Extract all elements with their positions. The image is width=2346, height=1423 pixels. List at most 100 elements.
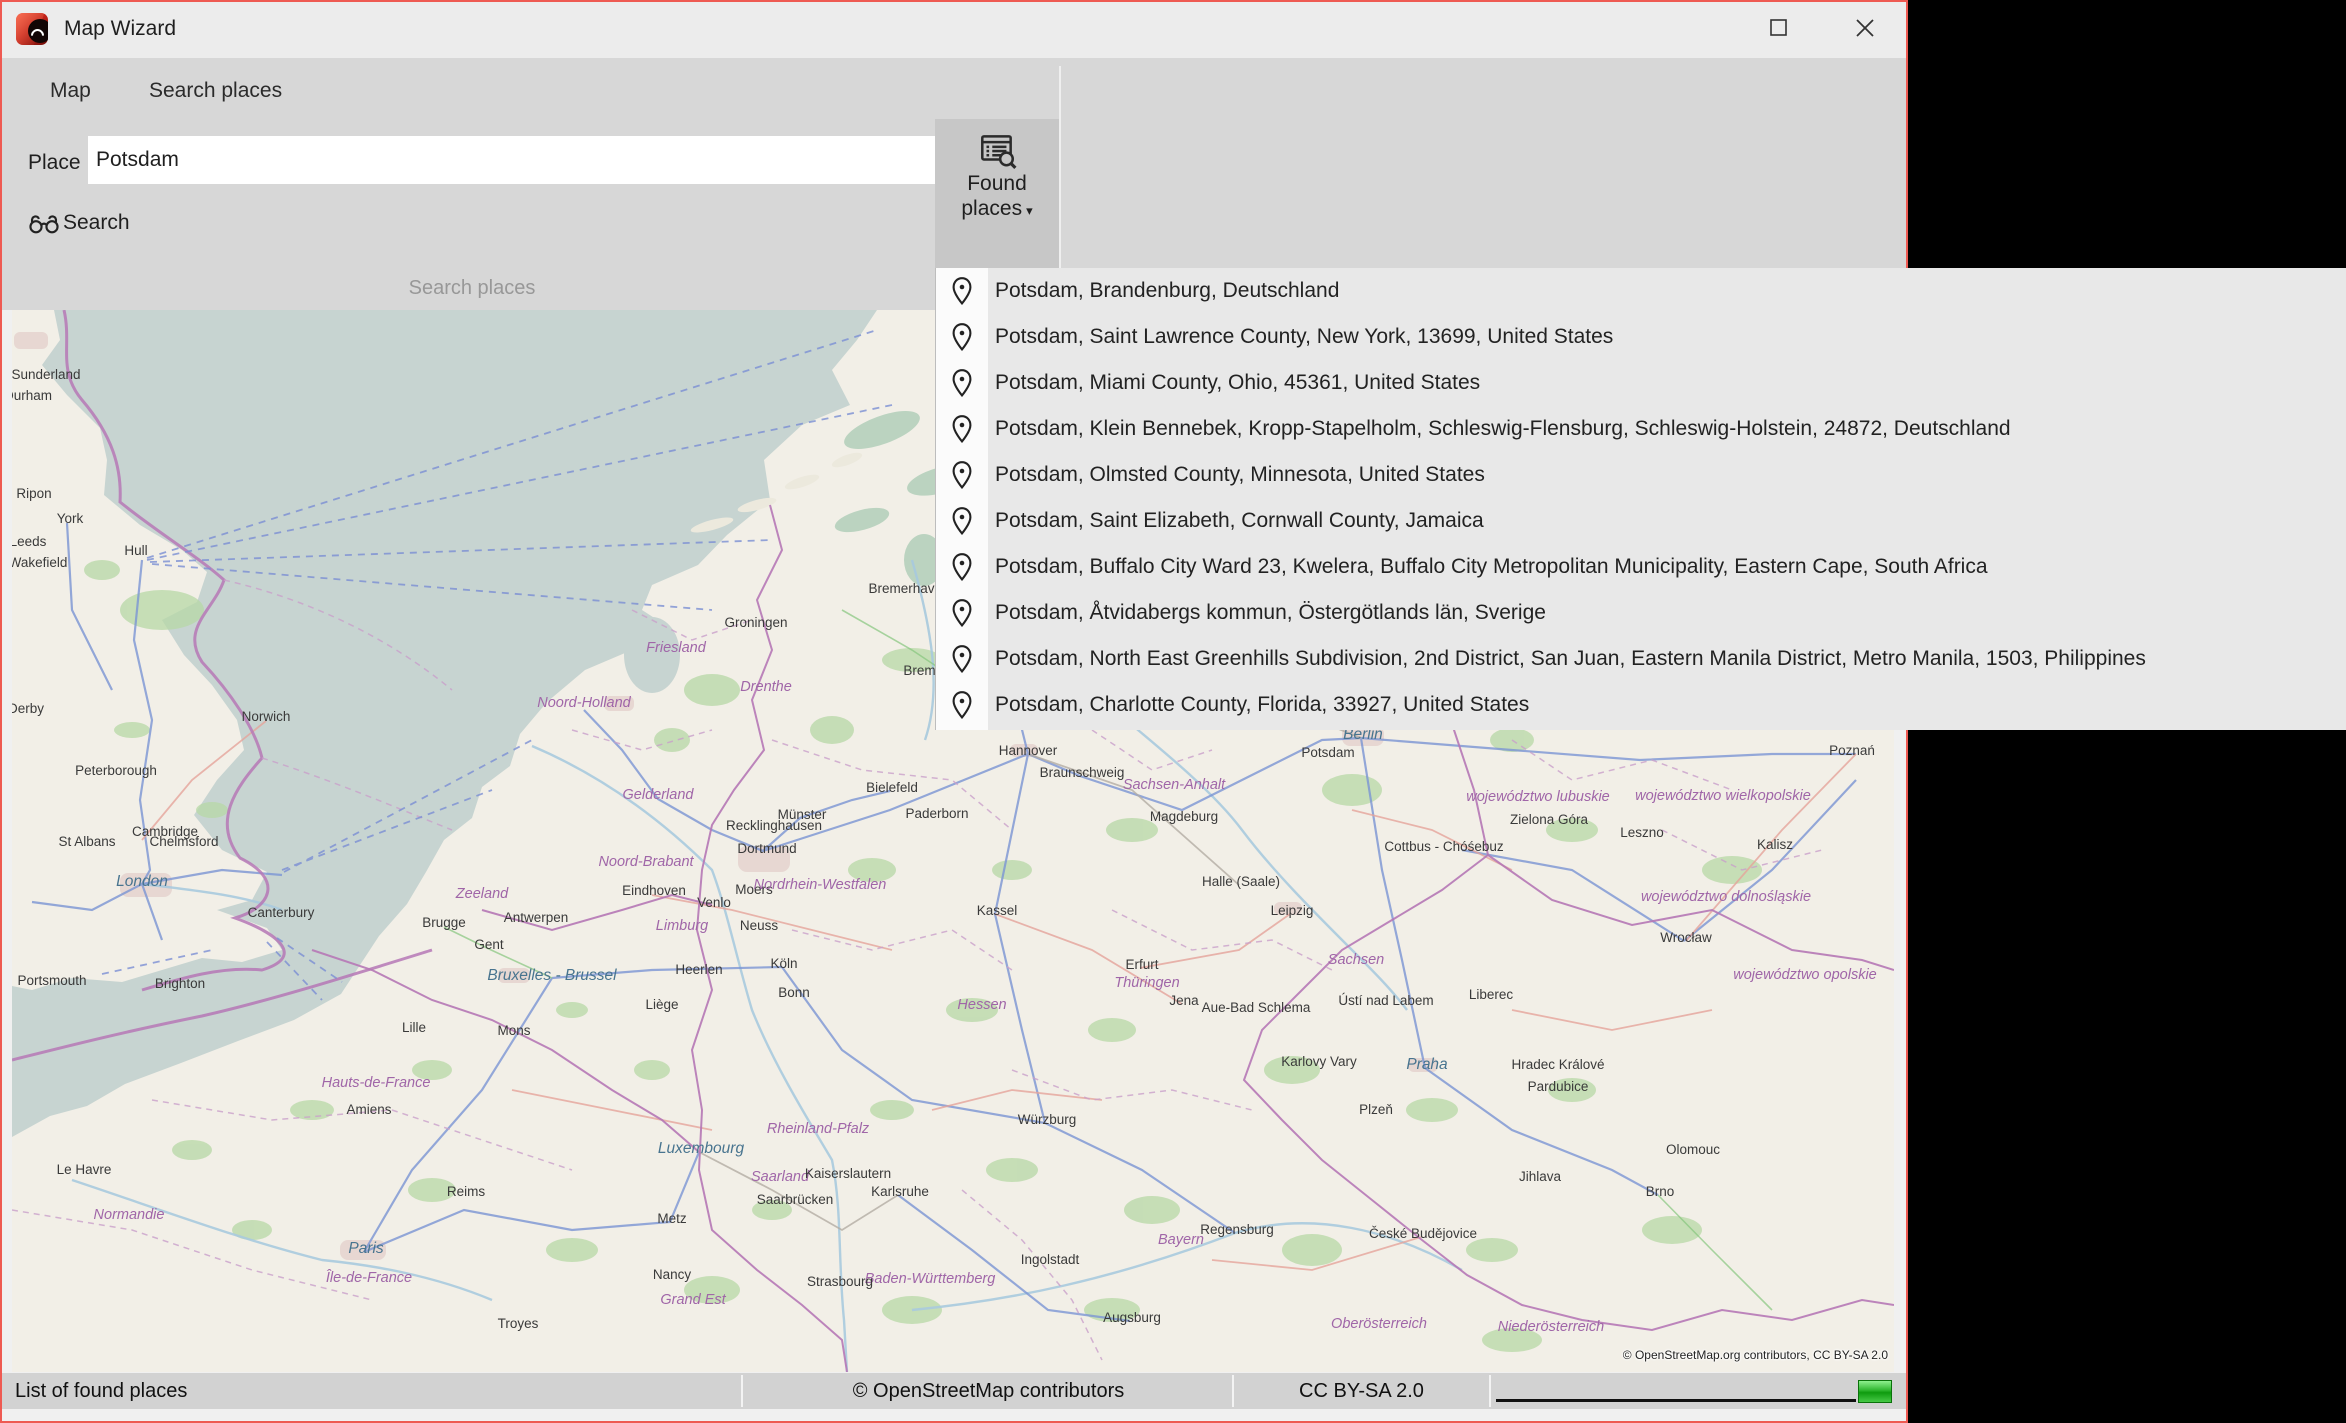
map-label: Brighton (155, 976, 205, 991)
tab-search-places[interactable]: Search places (149, 79, 282, 103)
map-label: Jihlava (1519, 1169, 1562, 1184)
chevron-down-icon: ▾ (1026, 203, 1033, 218)
map-pin-icon (951, 506, 973, 536)
map-label: Bonn (778, 985, 810, 1000)
map-label: Augsburg (1103, 1310, 1161, 1325)
map-pin-icon (951, 644, 973, 674)
status-message: List of found places (15, 1380, 187, 1403)
map-label: Ripon (16, 486, 51, 501)
map-label: Würzburg (1018, 1112, 1077, 1127)
map-pin-icon (951, 322, 973, 352)
map-label: Olomouc (1666, 1142, 1720, 1157)
map-label: Jena (1169, 993, 1199, 1008)
map-label: Karlsruhe (871, 1184, 929, 1199)
map-label: Zielona Góra (1510, 812, 1589, 827)
place-result-label: Potsdam, Klein Bennebek, Kropp-Stapelhol… (995, 417, 2011, 441)
status-attribution: © OpenStreetMap contributors (743, 1380, 1234, 1403)
map-label: Strasbourg (807, 1274, 873, 1289)
place-result-label: Potsdam, Miami County, Ohio, 45361, Unit… (995, 371, 1480, 395)
list-item[interactable]: Potsdam, Brandenburg, Deutschland (936, 268, 2346, 314)
map-pin-icon (951, 460, 973, 490)
list-item[interactable]: Potsdam, Saint Lawrence County, New York… (936, 314, 2346, 360)
progress-bar (1496, 1379, 1892, 1403)
list-item[interactable]: Potsdam, Åtvidabergs kommun, Östergötlan… (936, 590, 2346, 636)
map-label: Dortmund (737, 841, 796, 856)
titlebar: Map Wizard (2, 2, 1906, 58)
map-label: Cottbus - Chóśebuz (1384, 839, 1504, 854)
map-label: Heerlen (675, 962, 722, 977)
map-label: Potsdam (1301, 745, 1354, 760)
map-label: Liège (645, 997, 678, 1012)
map-pin-icon (951, 368, 973, 398)
map-label: Braunschweig (1040, 765, 1125, 780)
map-label: Liberec (1469, 987, 1514, 1002)
map-label: Karlovy Vary (1281, 1054, 1357, 1069)
map-label: Venlo (697, 895, 731, 910)
search-button[interactable]: Search (28, 210, 130, 236)
list-item[interactable]: Potsdam, Olmsted County, Minnesota, Unit… (936, 452, 2346, 498)
list-item[interactable]: Potsdam, Buffalo City Ward 23, Kwelera, … (936, 544, 2346, 590)
map-label: województwo wielkopolskie (1635, 788, 1811, 804)
map-label: Drenthe (740, 679, 792, 695)
map-label: Hauts-de-France (322, 1075, 431, 1091)
list-item[interactable]: Potsdam, Saint Elizabeth, Cornwall Count… (936, 498, 2346, 544)
map-label: London (116, 873, 168, 890)
map-label: Praha (1406, 1056, 1448, 1073)
map-label: York (57, 511, 84, 526)
ribbon-separator (1059, 66, 1061, 302)
map-label: Leszno (1620, 825, 1664, 840)
map-label: Saarland (751, 1169, 810, 1185)
map-label: Brugge (422, 915, 466, 930)
found-places-label-line1: Found (967, 171, 1027, 196)
map-label: województwo lubuskie (1466, 789, 1609, 805)
place-label: Place (28, 151, 81, 175)
map-label: Groningen (724, 615, 787, 630)
map-label: Neuss (740, 918, 779, 933)
app-icon (16, 13, 48, 45)
map-label: Niederösterreich (1498, 1319, 1604, 1335)
place-input[interactable] (88, 136, 940, 184)
list-item[interactable]: Potsdam, Miami County, Ohio, 45361, Unit… (936, 360, 2346, 406)
found-places-button[interactable]: Found places▾ (935, 119, 1059, 270)
map-label: Baden-Württemberg (865, 1271, 996, 1287)
statusbar: List of found places © OpenStreetMap con… (2, 1373, 1906, 1409)
maximize-button[interactable] (1750, 2, 1808, 54)
close-icon (1855, 18, 1875, 38)
map-label: Wrocław (1660, 930, 1712, 945)
list-item[interactable]: Potsdam, Klein Bennebek, Kropp-Stapelhol… (936, 406, 2346, 452)
map-pin-icon (951, 552, 973, 582)
map-label: Paderborn (905, 806, 968, 821)
map-label: Leipzig (1271, 903, 1314, 918)
tab-map[interactable]: Map (50, 79, 91, 103)
map-label: Kalisz (1757, 837, 1793, 852)
ribbon-group-label: Search places (272, 277, 672, 300)
close-button[interactable] (1836, 2, 1894, 54)
map-label: Gent (474, 937, 504, 952)
map-label: Limburg (656, 918, 708, 934)
map-label: Hull (124, 543, 147, 558)
map-label: województwo dolnośląskie (1641, 889, 1811, 905)
map-label: Friesland (646, 640, 707, 656)
map-label: Antwerpen (504, 910, 569, 925)
found-places-icon (976, 129, 1018, 171)
place-result-label: Potsdam, Buffalo City Ward 23, Kwelera, … (995, 555, 1988, 579)
map-label: Rheinland-Pfalz (767, 1121, 870, 1137)
map-label: Sunderland (12, 367, 81, 382)
place-result-label: Potsdam, Saint Elizabeth, Cornwall Count… (995, 509, 1484, 533)
place-result-label: Potsdam, Brandenburg, Deutschland (995, 279, 1339, 303)
list-item[interactable]: Potsdam, Charlotte County, Florida, 3392… (936, 682, 2346, 728)
map-label: Nancy (653, 1267, 692, 1282)
map-label: Normandie (94, 1207, 165, 1223)
progress-chunk (1858, 1380, 1892, 1403)
map-label: Durham (12, 388, 52, 403)
map-label: Thüringen (1114, 975, 1179, 991)
map-label: Lille (402, 1020, 426, 1035)
map-label: Derby (12, 701, 44, 716)
map-label: Metz (657, 1211, 687, 1226)
map-label: Aue-Bad Schlema (1202, 1000, 1311, 1015)
list-item[interactable]: Potsdam, North East Greenhills Subdivisi… (936, 636, 2346, 682)
map-label: Wakefield (12, 555, 67, 570)
map-label: Noord-Brabant (598, 854, 694, 870)
place-result-label: Potsdam, Åtvidabergs kommun, Östergötlan… (995, 601, 1546, 625)
map-label: Hannover (999, 743, 1058, 758)
